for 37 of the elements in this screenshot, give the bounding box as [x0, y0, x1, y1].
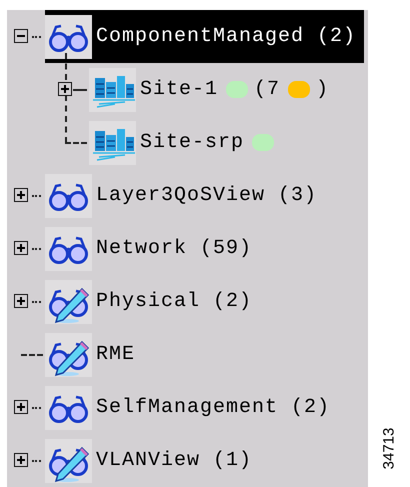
glasses-pencil-icon: [45, 280, 92, 324]
expand-toggle[interactable]: [58, 82, 72, 96]
glasses-icon: [45, 14, 92, 58]
glasses-icon: [45, 226, 92, 270]
glasses-icon: [45, 174, 92, 218]
expand-toggle[interactable]: [14, 400, 28, 414]
buildings-icon: [89, 120, 136, 164]
tree-node[interactable]: Network (59): [45, 222, 260, 275]
tree-node[interactable]: SelfManagement (2): [45, 381, 338, 434]
count-text: ): [316, 78, 330, 101]
tree-node[interactable]: Physical (2): [45, 275, 260, 328]
expand-toggle[interactable]: [14, 241, 28, 255]
node-label: RME: [96, 343, 136, 366]
node-label: SelfManagement (2): [96, 396, 330, 419]
expand-toggle[interactable]: [14, 453, 28, 467]
expand-toggle[interactable]: [14, 188, 28, 202]
node-label: VLANView (1): [96, 449, 252, 472]
node-label: ComponentManaged (2): [96, 25, 356, 48]
node-label: Site-srp: [140, 131, 244, 154]
figure-number: 34713: [380, 428, 398, 470]
node-label: Site-1: [140, 78, 218, 101]
tree-node[interactable]: Site-1 (7 ): [89, 63, 338, 116]
tree-node[interactable]: ComponentManaged (2): [45, 10, 364, 63]
glasses-icon: [45, 386, 92, 430]
collapse-toggle[interactable]: [14, 29, 28, 43]
glasses-pencil-icon: [45, 332, 92, 376]
tree-node[interactable]: Site-srp: [89, 116, 282, 169]
expand-toggle[interactable]: [14, 294, 28, 308]
count-text: (7: [254, 78, 280, 101]
node-label: Physical (2): [96, 290, 252, 313]
tree-node[interactable]: RME: [45, 328, 144, 381]
glasses-pencil-icon: [45, 438, 92, 482]
node-label: Network (59): [96, 237, 252, 260]
node-label: Layer3QoSView (3): [96, 184, 318, 207]
tree-node[interactable]: Layer3QoSView (3): [45, 169, 326, 222]
buildings-icon: [89, 68, 136, 112]
tree-node[interactable]: VLANView (1): [45, 434, 260, 487]
